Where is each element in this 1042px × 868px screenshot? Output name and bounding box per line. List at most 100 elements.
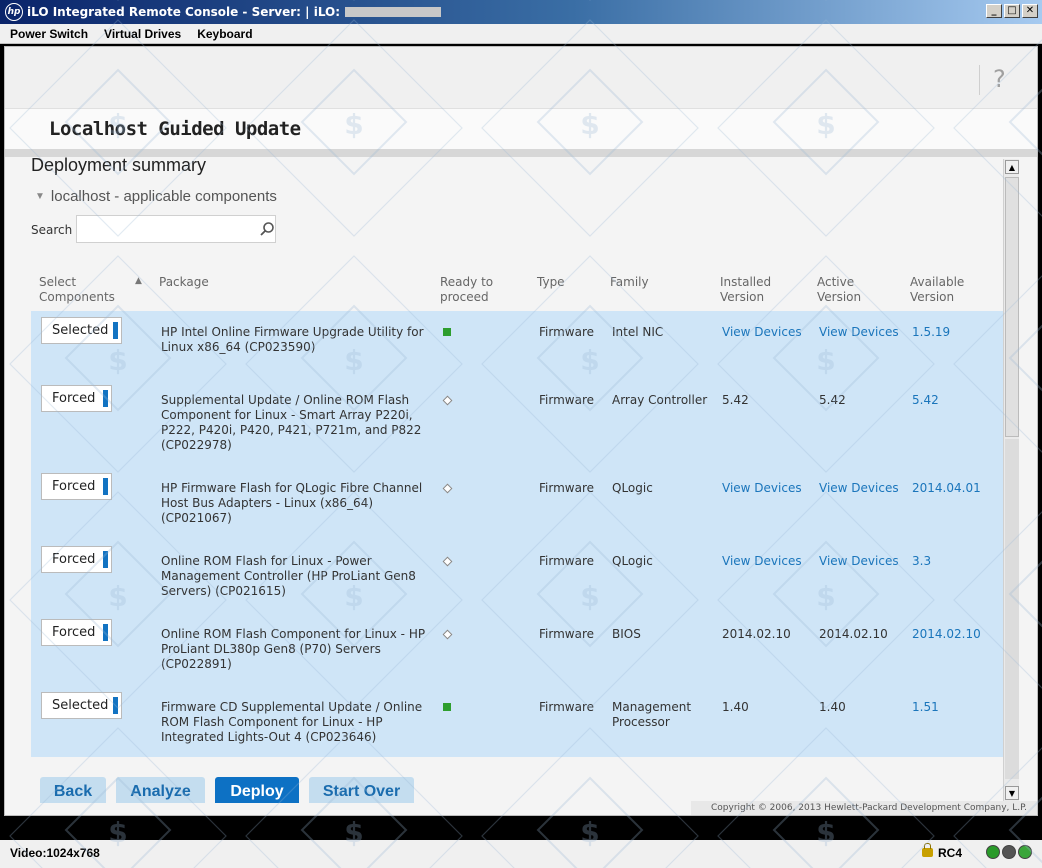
ready-status (442, 554, 453, 569)
package-name: HP Intel Online Firmware Upgrade Utility… (161, 325, 424, 354)
header-select-components[interactable]: Select Components (39, 275, 134, 305)
sort-ascending-icon[interactable]: ▲ (135, 276, 142, 286)
scrollbar-track[interactable] (1005, 439, 1019, 779)
ready-status (442, 481, 453, 496)
remote-screen: ? Localhost Guided Update Deployment sum… (4, 46, 1038, 816)
collapse-triangle-icon[interactable]: ▼ (35, 191, 45, 202)
ready-status (442, 393, 453, 408)
installed-version: 2014.02.10 (722, 627, 791, 641)
ready-pending-icon (442, 483, 453, 494)
analyze-button[interactable]: Analyze (116, 777, 205, 803)
select-indicator (103, 478, 108, 495)
installed-version-link[interactable]: View Devices (722, 325, 802, 340)
header-available-version[interactable]: Available Version (910, 275, 980, 305)
ready-pending-icon (442, 629, 453, 640)
header-package[interactable]: Package (159, 275, 209, 290)
app-title: Localhost Guided Update (49, 118, 301, 140)
component-type: Firmware (539, 554, 594, 568)
maximize-button[interactable]: □ (1004, 4, 1020, 18)
component-select-toggle[interactable]: Selected (41, 692, 122, 719)
back-button[interactable]: Back (40, 777, 106, 803)
header-active-version[interactable]: Active Version (817, 275, 887, 305)
components-section-label: localhost - applicable components (50, 188, 277, 205)
installed-version: 1.40 (722, 700, 749, 714)
menu-power-switch[interactable]: Power Switch (4, 27, 94, 41)
select-indicator (103, 551, 108, 568)
component-select-toggle[interactable]: Forced (41, 619, 112, 646)
page-title: Deployment summary (31, 157, 207, 175)
component-select-toggle[interactable]: Forced (41, 473, 112, 500)
select-indicator (113, 697, 118, 714)
vertical-scrollbar[interactable]: ▲ ▼ (1003, 159, 1019, 801)
scroll-up-arrow-icon[interactable]: ▲ (1005, 160, 1019, 174)
select-indicator (103, 624, 108, 641)
health-led-icon (1018, 845, 1032, 859)
status-bar: Video:1024x768 RC4 (0, 840, 1042, 868)
component-family: QLogic (612, 481, 653, 495)
installed-version-link[interactable]: View Devices (722, 481, 802, 496)
active-version: 1.40 (819, 700, 846, 714)
top-strip: ? (5, 47, 1037, 109)
header-divider (5, 149, 1037, 157)
component-family: QLogic (612, 554, 653, 568)
ready-status (443, 325, 451, 340)
active-version-link[interactable]: View Devices (819, 554, 899, 569)
scrollbar-thumb[interactable] (1005, 177, 1019, 437)
close-button[interactable]: ✕ (1022, 4, 1038, 18)
select-indicator (113, 322, 118, 339)
installed-version-link[interactable]: View Devices (722, 554, 802, 569)
header-ready[interactable]: Ready to proceed (440, 275, 510, 305)
available-version: 5.42 (912, 393, 939, 407)
components-table-body: Selected HP Intel Online Firmware Upgrad… (31, 311, 1003, 757)
component-select-toggle[interactable]: Selected (41, 317, 122, 344)
search-input[interactable] (76, 215, 276, 243)
header-type[interactable]: Type (537, 275, 565, 290)
select-state-label: Forced (52, 391, 96, 406)
component-family: Management Processor (612, 700, 692, 729)
component-family: Array Controller (612, 393, 708, 407)
active-version: 2014.02.10 (819, 627, 888, 641)
video-resolution: Video:1024x768 (10, 846, 100, 860)
package-name: HP Firmware Flash for QLogic Fibre Chann… (161, 481, 423, 525)
deploy-button[interactable]: Deploy (215, 777, 299, 803)
package-name: Firmware CD Supplemental Update / Online… (161, 700, 423, 744)
help-icon[interactable]: ? (993, 65, 1006, 93)
active-version-link[interactable]: View Devices (819, 481, 899, 496)
ready-pending-icon (442, 556, 453, 567)
available-version: 1.51 (912, 700, 939, 714)
component-family: Intel NIC (612, 325, 664, 339)
package-name: Online ROM Flash Component for Linux - H… (161, 627, 426, 671)
component-family: BIOS (612, 627, 641, 641)
active-version: 5.42 (819, 393, 846, 407)
start-over-button[interactable]: Start Over (309, 777, 414, 803)
ready-status (442, 627, 453, 642)
redacted-address (345, 7, 442, 17)
table-header: Select Components ▲ Package Ready to pro… (31, 269, 1003, 311)
header-installed-version[interactable]: Installed Version (720, 275, 790, 305)
action-buttons: Back Analyze Deploy Start Over (35, 777, 435, 803)
ready-green-icon (443, 703, 451, 711)
components-section-header[interactable]: ▼ localhost - applicable components (35, 188, 277, 205)
header-family[interactable]: Family (610, 275, 649, 290)
component-type: Firmware (539, 700, 594, 714)
window-title: iLO Integrated Remote Console - Server: … (27, 5, 341, 19)
minimize-button[interactable]: _ (986, 4, 1002, 18)
lock-icon (922, 843, 933, 857)
component-type: Firmware (539, 325, 594, 339)
ready-green-icon (443, 328, 451, 336)
search-icon[interactable] (259, 221, 275, 237)
help-separator (979, 65, 980, 95)
available-version: 2014.02.10 (912, 627, 981, 641)
select-state-label: Forced (52, 479, 96, 494)
select-state-label: Forced (52, 552, 96, 567)
status-leds (986, 845, 1032, 859)
power-led-icon (986, 845, 1000, 859)
menu-keyboard[interactable]: Keyboard (191, 27, 258, 41)
active-version-link[interactable]: View Devices (819, 325, 899, 340)
component-select-toggle[interactable]: Forced (41, 385, 112, 412)
component-type: Firmware (539, 481, 594, 495)
copyright-text: Copyright © 2006, 2013 Hewlett-Packard D… (691, 801, 1037, 815)
menu-virtual-drives[interactable]: Virtual Drives (98, 27, 187, 41)
scroll-down-arrow-icon[interactable]: ▼ (1005, 786, 1019, 800)
component-select-toggle[interactable]: Forced (41, 546, 112, 573)
